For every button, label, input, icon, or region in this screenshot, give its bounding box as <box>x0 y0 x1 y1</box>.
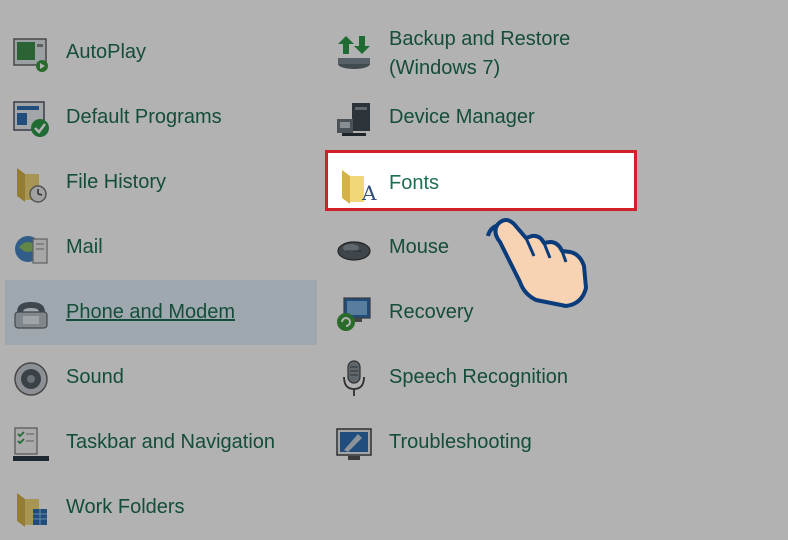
item-autoplay[interactable]: AutoPlay <box>5 20 317 85</box>
default-programs-label: Default Programs <box>66 106 222 128</box>
speaker-icon <box>14 362 48 396</box>
file-history-icon <box>17 168 47 203</box>
taskbar-icon <box>13 427 49 461</box>
item-sound[interactable]: Sound <box>5 345 317 410</box>
item-troubleshooting[interactable]: Troubleshooting <box>328 410 640 475</box>
autoplay-icon <box>13 38 48 72</box>
file-history-label: File History <box>66 171 167 193</box>
troubleshooting-icon <box>336 428 372 460</box>
autoplay-label: AutoPlay <box>66 41 147 63</box>
item-speech-recognition[interactable]: Speech Recognition <box>328 345 640 410</box>
item-taskbar-and-navigation[interactable]: Taskbar and Navigation <box>5 410 317 475</box>
phone-modem-icon <box>14 302 48 329</box>
microphone-icon <box>343 360 365 396</box>
backup-restore-icon <box>338 36 370 69</box>
item-work-folders[interactable]: Work Folders <box>5 475 317 540</box>
troubleshooting-label: Troubleshooting <box>389 431 532 453</box>
svg-text:A: A <box>361 181 377 205</box>
work-folders-icon <box>17 493 47 527</box>
mail-icon <box>15 236 48 264</box>
fonts-folder-icon: A <box>342 170 377 205</box>
phone-and-modem-label: Phone and Modem <box>66 301 236 323</box>
item-phone-and-modem[interactable]: Phone and Modem <box>5 280 317 345</box>
sound-label: Sound <box>66 366 124 388</box>
recovery-icon <box>337 297 371 331</box>
taskbar-and-navigation-label: Taskbar and Navigation <box>66 431 276 453</box>
item-device-manager[interactable]: Device Manager <box>328 85 640 150</box>
item-file-history[interactable]: File History <box>5 150 317 215</box>
item-mail[interactable]: Mail <box>5 215 317 280</box>
work-folders-label: Work Folders <box>66 496 185 518</box>
default-programs-icon <box>13 101 49 137</box>
recovery-label: Recovery <box>389 301 474 323</box>
device-manager-icon <box>337 103 370 136</box>
mouse-icon <box>337 241 371 261</box>
item-backup-and-restore[interactable]: Backup and Restore (Windows 7) <box>328 20 640 85</box>
mail-label: Mail <box>66 236 103 258</box>
backup-and-restore-label-line2: (Windows 7) <box>389 57 501 79</box>
mouse-label: Mouse <box>389 236 450 258</box>
fonts-label: Fonts <box>389 172 440 194</box>
item-default-programs[interactable]: Default Programs <box>5 85 317 150</box>
pointing-hand-icon <box>486 218 588 308</box>
item-fonts[interactable]: A Fonts <box>325 150 637 211</box>
device-manager-label: Device Manager <box>389 106 535 128</box>
backup-and-restore-label-line1: Backup and Restore <box>389 28 571 50</box>
speech-recognition-label: Speech Recognition <box>389 366 569 388</box>
